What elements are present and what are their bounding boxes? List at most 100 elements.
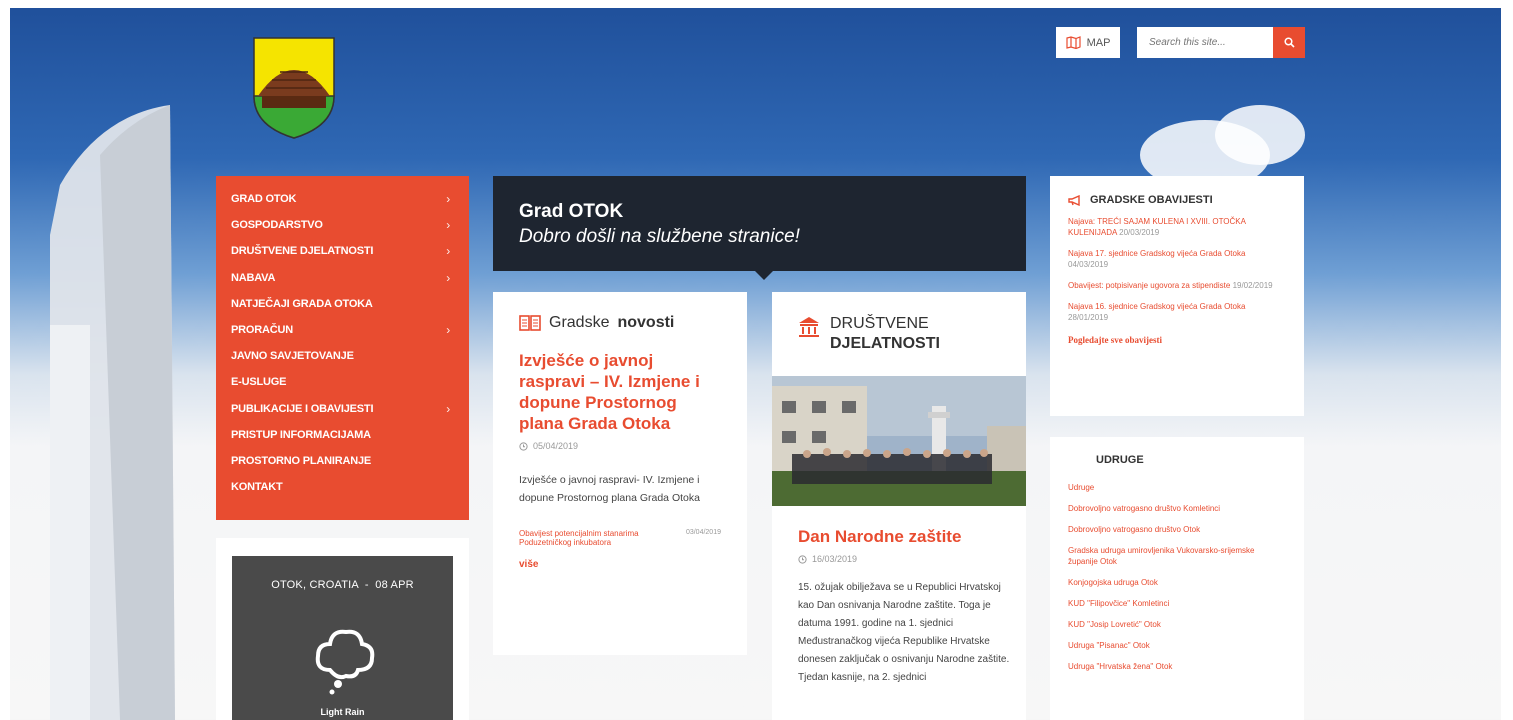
- association-link[interactable]: Gradska udruga umirovljenika Vukovarsko-…: [1068, 545, 1286, 567]
- nav-item[interactable]: GOSPODARSTVO ›: [216, 212, 469, 238]
- announcements-panel: GRADSKE OBAVIJESTI Najava: TREĆI SAJAM K…: [1050, 176, 1304, 416]
- association-link[interactable]: Udruga "Pisanac" Otok: [1068, 640, 1286, 651]
- nav-item[interactable]: E-USLUGE: [216, 369, 469, 395]
- weather-header: OTOK, CROATIA - 08 APR: [232, 579, 453, 591]
- weather-separator: -: [364, 579, 369, 591]
- nav-item[interactable]: GRAD OTOK ›: [216, 186, 469, 212]
- map-icon: [1065, 36, 1081, 49]
- clock-icon: [519, 441, 528, 451]
- news-date-text: 05/04/2019: [533, 441, 579, 451]
- nav-item[interactable]: PRISTUP INFORMACIJAMA: [216, 422, 469, 448]
- association-link[interactable]: Udruga "Hrvatska žena" Otok: [1068, 661, 1286, 672]
- nav-item-label: NABAVA: [231, 271, 276, 284]
- announcement-date: 28/01/2019: [1068, 313, 1109, 322]
- djelatnosti-heading: DRUŠTVENE DJELATNOSTI: [772, 292, 1026, 354]
- nav-item[interactable]: NABAVA ›: [216, 265, 469, 291]
- djelatnosti-excerpt: 15. ožujak obilježava se u Republici Hrv…: [798, 582, 1010, 683]
- djelatnosti-heading-line1: DRUŠTVENE: [830, 315, 929, 332]
- news-article-title-link[interactable]: Izvješće o javnoj raspravi – IV. Izmjene…: [519, 350, 721, 434]
- nav-item-label: E-USLUGE: [231, 376, 287, 389]
- associations-list: Udruge Dobrovoljno vatrogasno društvo Kom…: [1068, 482, 1286, 672]
- association-link[interactable]: Dobrovoljno vatrogasno društvo Otok: [1068, 524, 1286, 535]
- associations-panel: UDRUGE Udruge Dobrovoljno vatrogasno druš…: [1050, 437, 1304, 720]
- weather-date: 08 APR: [375, 579, 414, 591]
- main-navigation: GRAD OTOK › GOSPODARSTVO › DRUŠTVENE DJELATN…: [216, 176, 469, 520]
- search-input[interactable]: [1137, 27, 1273, 58]
- nav-item-label: GRAD OTOK: [231, 193, 297, 206]
- association-link[interactable]: KUD "Filipovčice" Komletinci: [1068, 598, 1286, 609]
- nav-item-label: PRISTUP INFORMACIJAMA: [231, 428, 371, 441]
- announcement-text: Najava 16. sjednice Gradskog vijeća Grad…: [1068, 302, 1246, 311]
- nav-item-label: JAVNO SAVJETOVANJE: [231, 350, 354, 363]
- all-announcements-link[interactable]: Pogledajte sve obavijesti: [1068, 335, 1286, 345]
- news-heading: Gradske novosti: [519, 314, 721, 332]
- nav-item[interactable]: NATJEČAJI GRADA OTOKA: [216, 291, 469, 317]
- chevron-right-icon: ›: [446, 270, 450, 285]
- nav-item[interactable]: KONTAKT: [216, 474, 469, 500]
- announcement-text: Obavijest: potpisivanje ugovora za stipe…: [1068, 281, 1231, 290]
- chevron-right-icon: ›: [446, 323, 450, 338]
- announcement-text: Najava 17. sjednice Gradskog vijeća Grad…: [1068, 249, 1246, 258]
- announcement-link[interactable]: Najava 16. sjednice Gradskog vijeća Grad…: [1068, 301, 1286, 323]
- announcement-link[interactable]: Obavijest: potpisivanje ugovora za stipe…: [1068, 280, 1286, 291]
- search-form: [1137, 27, 1305, 58]
- nav-item[interactable]: PROSTORNO PLANIRANJE: [216, 448, 469, 474]
- news-heading-bold: novosti: [617, 314, 675, 331]
- welcome-banner: Grad OTOK Dobro došli na službene strani…: [493, 176, 1026, 280]
- map-label: MAP: [1086, 36, 1111, 49]
- nav-item-label: DRUŠTVENE DJELATNOSTI: [231, 245, 374, 258]
- newspaper-icon: [519, 315, 541, 331]
- news-card: Gradske novosti Izvješće o javnoj raspra…: [493, 292, 747, 655]
- djelatnosti-date-text: 16/03/2019: [812, 554, 858, 564]
- announcement-date: 20/03/2019: [1119, 228, 1160, 237]
- background-monument: [50, 105, 175, 720]
- announcements-heading: GRADSKE OBAVIJESTI: [1068, 194, 1286, 206]
- map-button[interactable]: MAP: [1056, 27, 1120, 58]
- clock-icon: [798, 554, 807, 564]
- news-excerpt: Izvješće o javnoj raspravi- IV. Izmjene …: [519, 474, 700, 504]
- megaphone-icon: [1068, 194, 1080, 206]
- banner-subtitle: Dobro došli na službene stranice!: [519, 226, 800, 247]
- djelatnosti-card: DRUŠTVENE DJELATNOSTI Dan Narodne zaštit…: [772, 292, 1026, 720]
- nav-item-label: PROSTORNO PLANIRANJE: [231, 454, 372, 467]
- nav-item-label: PUBLIKACIJE I OBAVIJESTI: [231, 402, 374, 415]
- banner-pointer: [755, 271, 773, 280]
- associations-title: UDRUGE: [1096, 454, 1144, 466]
- djelatnosti-date: 16/03/2019: [798, 554, 1013, 564]
- nav-item-label: PRORAČUN: [231, 324, 293, 337]
- news-secondary-link[interactable]: Obavijest potencijalnim stanarima Poduze…: [519, 529, 649, 547]
- nav-item[interactable]: PUBLIKACIJE I OBAVIJESTI ›: [216, 396, 469, 422]
- nav-item[interactable]: DRUŠTVENE DJELATNOSTI ›: [216, 238, 469, 264]
- announcement-link[interactable]: Najava: TREĆI SAJAM KULENA I XVIII. OTOČ…: [1068, 216, 1286, 238]
- association-link[interactable]: Dobrovoljno vatrogasno društvo Komletinc…: [1068, 503, 1286, 514]
- nav-item-label: NATJEČAJI GRADA OTOKA: [231, 297, 373, 310]
- announcements-list: Najava: TREĆI SAJAM KULENA I XVIII. OTOČ…: [1068, 216, 1286, 323]
- search-icon: [1283, 37, 1295, 48]
- news-secondary-date: 03/04/2019: [685, 529, 721, 536]
- chevron-right-icon: ›: [446, 218, 450, 233]
- nav-item-label: KONTAKT: [231, 481, 283, 494]
- nav-item-label: GOSPODARSTVO: [231, 219, 323, 232]
- light-rain-icon: [315, 629, 375, 695]
- weather-description: Light Rain: [320, 707, 365, 717]
- nav-item[interactable]: PRORAČUN ›: [216, 317, 469, 343]
- coat-of-arms-logo[interactable]: [252, 36, 336, 140]
- association-link[interactable]: Konjogojska udruga Otok: [1068, 577, 1286, 588]
- search-button[interactable]: [1273, 27, 1305, 58]
- association-link[interactable]: KUD "Josip Lovretić" Otok: [1068, 619, 1286, 630]
- page-frame-left: [0, 0, 10, 720]
- announcement-date: 19/02/2019: [1232, 281, 1273, 290]
- nav-item[interactable]: JAVNO SAVJETOVANJE: [216, 343, 469, 369]
- news-secondary-item: Obavijest potencijalnim stanarima Poduze…: [519, 529, 721, 547]
- announcement-date: 04/03/2019: [1068, 260, 1109, 269]
- background-cloud: [1215, 105, 1305, 165]
- page-frame-right: [1501, 0, 1513, 720]
- news-date: 05/04/2019: [519, 441, 721, 451]
- djelatnosti-article-title-link[interactable]: Dan Narodne zaštite: [798, 527, 1013, 547]
- event-photo[interactable]: [772, 376, 1026, 506]
- association-link[interactable]: Udruge: [1068, 482, 1286, 493]
- announcement-link[interactable]: Najava 17. sjednice Gradskog vijeća Grad…: [1068, 248, 1286, 270]
- news-more-link[interactable]: više: [519, 559, 721, 570]
- chevron-right-icon: ›: [446, 244, 450, 259]
- institution-icon: [799, 317, 819, 337]
